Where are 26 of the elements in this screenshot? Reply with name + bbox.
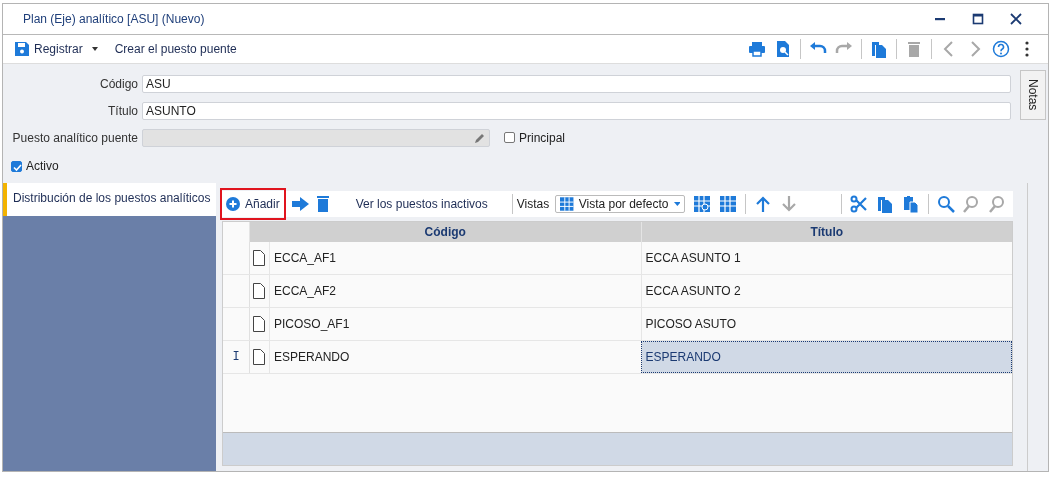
text-field[interactable]: ASU bbox=[142, 74, 1011, 93]
column-header[interactable]: Título bbox=[640, 222, 1012, 242]
field-label: Puesto analítico puente bbox=[11, 130, 139, 145]
column-header[interactable]: Código bbox=[249, 222, 641, 242]
table-cell: ESPERANDO bbox=[269, 341, 641, 373]
table-cell: PICOSO ASUTO bbox=[640, 308, 1012, 340]
row-indicator: I bbox=[223, 341, 250, 373]
create-button[interactable]: Crear el puesto puente bbox=[110, 40, 241, 58]
tab[interactable]: Distribución de los puestos analíticos bbox=[3, 183, 216, 216]
table-cell: PICOSO_AF1 bbox=[269, 308, 641, 340]
save-button[interactable]: Registrar bbox=[11, 40, 87, 58]
checkbox-label: Activo bbox=[26, 159, 59, 173]
views-label: Vistas bbox=[516, 197, 551, 211]
add-button[interactable]: Añadir bbox=[222, 190, 284, 218]
notes-tab[interactable]: Notas bbox=[1020, 70, 1046, 120]
table-cell: ECCA ASUNTO 2 bbox=[640, 275, 1012, 307]
table-cell: ECCA ASUNTO 1 bbox=[640, 242, 1012, 274]
table-cell: ECCA_AF1 bbox=[269, 242, 641, 274]
window-title: Plan (Eje) analítico [ASU] (Nuevo) bbox=[23, 12, 206, 26]
table-cell: ESPERANDO bbox=[640, 341, 1012, 373]
field-label: Código bbox=[98, 76, 139, 91]
field-label: Título bbox=[107, 103, 139, 118]
checkbox-label: Principal bbox=[519, 130, 567, 145]
view-dropdown[interactable]: Vista por defecto bbox=[555, 195, 686, 213]
text-field[interactable]: ASUNTO bbox=[142, 101, 1011, 120]
table-cell: ECCA_AF2 bbox=[269, 275, 641, 307]
